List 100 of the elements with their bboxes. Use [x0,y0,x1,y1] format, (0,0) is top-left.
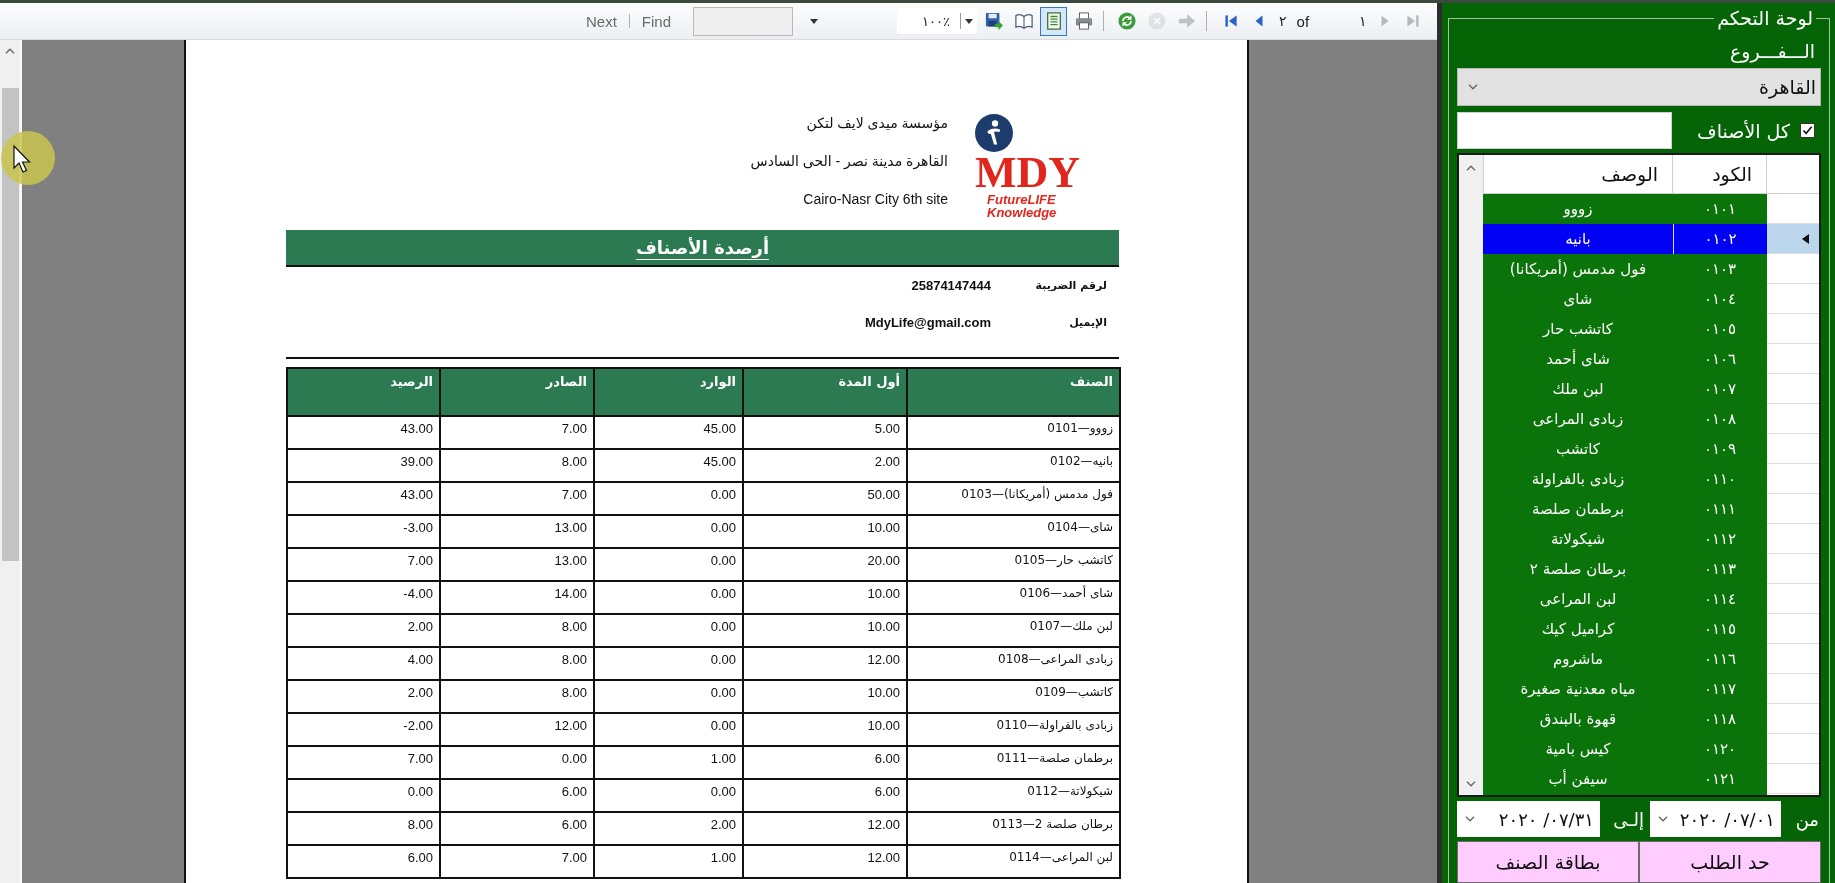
description-cell-text: قهوة بالبندق [1538,709,1618,730]
page-number[interactable]: ٢ [1279,13,1287,29]
row-header-cell[interactable] [1767,434,1819,464]
table-cell: 2.00 [594,812,743,845]
table-cell: 0.00 [594,482,743,515]
logo-tagline: Knowledge [987,206,1057,219]
code-cell-text: ٠١١١ [1702,499,1738,520]
table-cell: 12.00 [743,845,907,878]
description-cell-text: كراميل كيك [1540,619,1616,640]
caret-down-icon [810,18,819,24]
code-cell-text: ٠١٢١ [1702,769,1738,790]
table-cell: 2.00 [287,614,440,647]
date-picker[interactable]: ٢٠٢٠ /٠٧/٠١ [1650,801,1781,837]
table-cell: 8.00 [287,812,440,845]
table-cell: 0.00 [594,614,743,647]
find-field[interactable] [693,6,794,36]
row-header-cell[interactable] [1767,584,1819,614]
description-cell-text: زبادى بالفراولة [1530,469,1626,490]
row-header-cell[interactable] [1767,284,1819,314]
field-value: 25874147444 [911,278,991,293]
table-cell: 12.00 [743,647,907,680]
code-cell-text: ٠١٠٩ [1702,439,1738,460]
checkbox[interactable] [1800,123,1815,138]
chevron-down-icon [1658,816,1668,822]
row-header-cell[interactable] [1767,344,1819,374]
row-header-cell[interactable] [1767,644,1819,674]
table-cell: 8.00 [440,614,594,647]
table-cell: -2.00 [287,713,440,746]
column-header: الصادر [440,368,594,416]
code-cell-text: ٠١١٤ [1702,589,1738,610]
table-cell: 7.00 [287,746,440,779]
company-address: Cairo-Nasr City 6th site [802,190,948,209]
code-cell-text: ٠١٠٧ [1702,379,1738,400]
table-cell: 7.00 [440,482,594,515]
page-setup-button[interactable] [1040,6,1068,36]
branch-dropdown[interactable]: القاهرة [1457,68,1821,106]
table-cell: 2.00 [287,680,440,713]
date-picker[interactable]: ٢٠٢٠ /٠٧/٣١ [1457,801,1600,837]
table-cell: 8.00 [440,647,594,680]
date-label: إلـى [1613,808,1644,830]
row-header-cell[interactable] [1767,254,1819,284]
description-cell-text: شاى [1562,289,1594,310]
code-cell-text: ٠١٠٥ [1702,319,1738,340]
row-header-cell[interactable] [1767,194,1819,224]
table-cell: 12.00 [743,812,907,845]
table-cell: 0.00 [594,713,743,746]
scrollbar-thumb[interactable] [1,88,19,561]
row-header-cell[interactable] [1767,464,1819,494]
book-icon [1014,12,1033,30]
zoom-dropdown[interactable]: ١٠٠٪ [897,8,978,34]
row-header-cell[interactable] [1767,734,1819,764]
row-header-cell[interactable] [1767,224,1819,254]
row-header-cell[interactable] [1767,494,1819,524]
checkbox-label[interactable]: كل الأصناف [1697,119,1790,142]
description-cell-text: ماشروم [1552,649,1604,670]
scrollbar-track[interactable] [0,40,22,883]
chevron-up-icon [5,48,15,54]
table-cell: 10.00 [743,614,907,647]
table-cell: 6.00 [743,779,907,812]
table-cell: 45.00 [594,416,743,449]
reorder-limit-button[interactable]: حد الطلب [1639,841,1821,883]
code-cell-text: ٠١٠٨ [1702,409,1738,430]
save-icon [984,12,1003,30]
row-header-cell[interactable] [1767,764,1819,794]
logo-tagline: FutureLIFE [987,193,1056,206]
table-cell: 1.00 [594,845,743,878]
scrollbar-track[interactable] [1459,155,1483,795]
table-cell: -3.00 [287,515,440,548]
refresh-icon [1117,12,1136,30]
table-cell: 0.00 [594,515,743,548]
table-cell: 10.00 [743,515,907,548]
description-cell-text: زووو [1562,199,1594,220]
row-header-cell[interactable] [1767,674,1819,704]
table-cell: 10.00 [743,581,907,614]
text-field[interactable] [1457,112,1672,149]
row-header-cell[interactable] [1767,614,1819,644]
row-header-cell[interactable] [1767,374,1819,404]
row-header-cell[interactable] [1767,524,1819,554]
description-cell-text: مياه معدنية صغيرة [1519,679,1637,700]
table-cell: 0.00 [594,680,743,713]
table-cell: 12.00 [440,713,594,746]
table-cell: 6.00 [743,746,907,779]
arrow-right-icon [1177,12,1196,30]
row-header-cell[interactable] [1767,704,1819,734]
table-cell: 8.00 [440,449,594,482]
description-cell-text: كاتشب [1555,439,1601,460]
row-header-cell[interactable] [1767,554,1819,584]
table-cell: 43.00 [287,416,440,449]
table-cell: 7.00 [287,548,440,581]
table-cell: برطمان صلصة—0111 [907,746,1120,779]
code-cell-text: ٠١١٢ [1702,529,1738,550]
column-header: الوارد [594,368,743,416]
item-row[interactable]: ٠١٠٢ بانيه [1483,224,1819,254]
row-header-cell[interactable] [1767,404,1819,434]
item-card-button[interactable]: بطاقة الصنف [1457,841,1639,883]
table-cell: 0.00 [594,548,743,581]
row-header-cell[interactable] [1767,314,1819,344]
table-cell: زووو—0101 [907,416,1120,449]
code-cell-text: ٠١٠٦ [1702,349,1738,370]
description-cell-text: شاى أحمد [1545,348,1611,370]
